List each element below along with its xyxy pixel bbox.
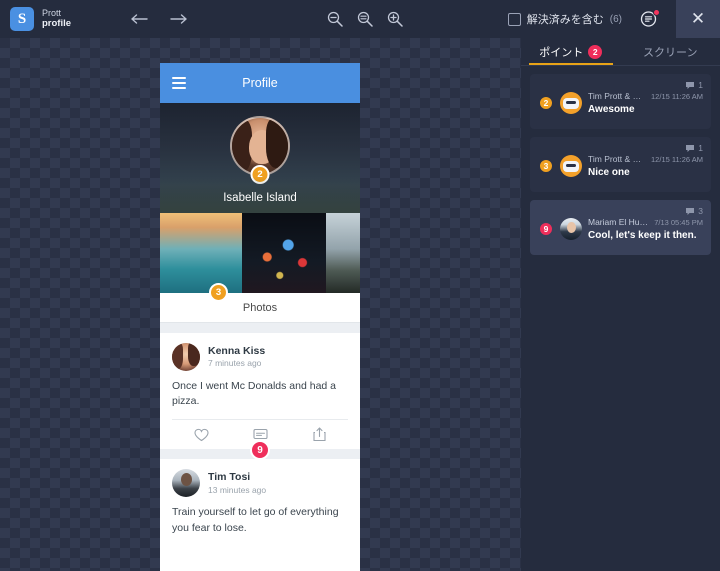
comment-pin-badge-2[interactable]: 2	[250, 165, 270, 184]
include-resolved-count: (6)	[609, 13, 622, 25]
prototype-title: Profile	[242, 76, 278, 90]
reply-count: 3	[698, 206, 703, 216]
share-icon[interactable]	[313, 427, 326, 442]
comment-text: Nice one	[588, 167, 630, 178]
photos-section-label: Photos	[160, 293, 360, 323]
reply-count-wrap: 3	[685, 206, 703, 216]
reply-count: 1	[698, 143, 703, 153]
include-resolved-label: 解決済みを含む	[526, 14, 604, 26]
zoom-in-icon[interactable]	[385, 9, 405, 29]
comment-card-list: 1 2 Tim Prott & Robo Pr... 12/15 11:26 A…	[521, 66, 720, 263]
photo-thumbnail-2[interactable]	[242, 213, 326, 293]
comment-card[interactable]: 1 3 Tim Prott & Robo Pr... 12/15 11:26 A…	[530, 137, 711, 192]
comment-text: Cool, let's keep it then.	[588, 230, 697, 241]
comment-pin-number: 2	[538, 95, 554, 111]
zoom-out-icon[interactable]	[325, 9, 345, 29]
app-logo: S	[10, 7, 34, 31]
post-body: Once I went Mc Donalds and had a pizza.	[172, 380, 337, 408]
include-resolved-checkbox[interactable]	[507, 12, 521, 26]
top-right-controls: 解決済みを含む (6) ✕	[507, 0, 720, 38]
comment-author: Tim Prott & Robo Pr...	[588, 154, 646, 164]
reply-count-wrap: 1	[685, 143, 703, 153]
zoom-fit-icon[interactable]	[355, 9, 375, 29]
heart-icon[interactable]	[194, 428, 209, 442]
comment-date: 12/15 11:26 AM	[651, 155, 703, 164]
comment-pin-number: 9	[538, 221, 554, 237]
photos-carousel[interactable]: 3	[160, 213, 360, 302]
post-timestamp: 13 minutes ago	[208, 484, 267, 495]
feed-post: Tim Tosi 13 minutes ago Train yourself t…	[160, 459, 360, 546]
brand[interactable]: S Prott profile	[10, 7, 71, 31]
tab-points-badge: 2	[588, 44, 603, 59]
post-header: Kenna Kiss 7 minutes ago	[172, 343, 348, 371]
commenter-avatar	[560, 92, 582, 114]
tab-points-label: ポイント	[539, 46, 584, 59]
feed-post: Kenna Kiss 7 minutes ago Once I went Mc …	[160, 333, 360, 461]
commenter-avatar	[560, 218, 582, 240]
phone-mockup: Profile 2 Isabelle Island 3 Photos Kenna…	[160, 63, 360, 571]
top-toolbar: S Prott profile 解決済みを含む (6) ✕	[0, 0, 720, 38]
post-author: Kenna Kiss	[208, 344, 266, 357]
profile-hero: 2 Isabelle Island	[160, 103, 360, 213]
post-actions: 9	[172, 419, 348, 461]
comment-date: 12/15 11:26 AM	[651, 92, 703, 101]
post-avatar	[172, 469, 200, 498]
prototype-canvas[interactable]: Profile 2 Isabelle Island 3 Photos Kenna…	[0, 38, 521, 571]
comment-text: Awesome	[588, 104, 635, 115]
comment-icon[interactable]	[253, 428, 269, 441]
app-root: S Prott profile 解決済みを含む (6) ✕ Profile 2 …	[0, 0, 720, 571]
photo-thumbnail-3[interactable]	[326, 213, 360, 293]
reply-bubble-icon	[686, 81, 695, 89]
navigation-arrows	[130, 0, 188, 38]
photo-thumbnail-1[interactable]	[160, 213, 242, 293]
feed-divider-top	[160, 323, 360, 333]
reply-bubble-icon	[686, 207, 695, 215]
forward-button[interactable]	[168, 9, 188, 29]
commenter-avatar	[560, 155, 582, 177]
panel-tabs: ポイント 2 スクリーン	[521, 38, 720, 66]
tab-points[interactable]: ポイント 2	[521, 38, 621, 65]
project-name: profile	[42, 17, 72, 29]
comments-panel: ポイント 2 スクリーン 1 2 Tim Prott & Robo Pr.	[521, 38, 720, 571]
include-resolved-toggle[interactable]: 解決済みを含む (6)	[507, 11, 622, 27]
notification-dot	[653, 9, 660, 16]
zoom-controls	[325, 0, 405, 38]
reply-count-wrap: 1	[685, 80, 703, 90]
post-author: Tim Tosi	[208, 471, 251, 484]
comment-date: 7/13 05:45 PM	[654, 218, 703, 227]
hamburger-menu-icon[interactable]	[172, 77, 186, 89]
close-button[interactable]: ✕	[676, 0, 720, 38]
tab-screens[interactable]: スクリーン	[621, 38, 720, 65]
comment-card[interactable]: 1 2 Tim Prott & Robo Pr... 12/15 11:26 A…	[530, 74, 711, 129]
reply-count: 1	[698, 80, 703, 90]
comment-author: Tim Prott & Robo Pr...	[588, 91, 646, 101]
post-body: Train yourself to let go of everything y…	[172, 506, 339, 534]
back-button[interactable]	[130, 9, 150, 29]
comment-pin-badge-9[interactable]: 9	[250, 440, 270, 461]
reply-bubble-icon	[686, 144, 695, 152]
comment-card-selected[interactable]: 3 9 Mariam El Hussein 7/13 05:45 PM Cool…	[530, 200, 711, 255]
comment-pin-number: 3	[538, 158, 554, 174]
post-timestamp: 7 minutes ago	[208, 358, 262, 369]
profile-name: Isabelle Island	[223, 192, 297, 204]
profile-avatar-wrap: 2	[230, 116, 290, 184]
comment-pin-badge-3[interactable]: 3	[209, 283, 228, 302]
post-avatar	[172, 343, 200, 371]
tab-screens-label: スクリーン	[643, 46, 698, 59]
prototype-header: Profile	[160, 63, 360, 103]
comment-bubble-icon[interactable]	[636, 6, 662, 32]
post-header: Tim Tosi 13 minutes ago	[172, 469, 348, 498]
comment-author: Mariam El Hussein	[588, 217, 649, 227]
